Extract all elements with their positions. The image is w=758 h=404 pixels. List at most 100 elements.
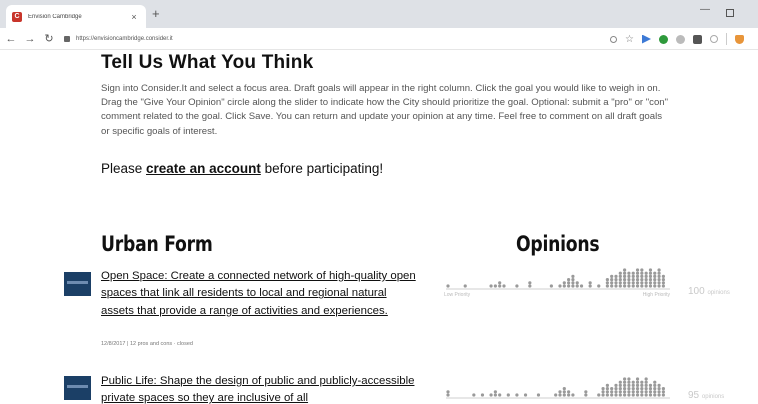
opinion-dot [653, 284, 657, 288]
opinion-dot [502, 284, 506, 288]
maximize-icon[interactable] [726, 9, 734, 17]
opinion-count-value: 95 [688, 390, 700, 401]
opinion-dot [648, 271, 653, 275]
opinion-dot [635, 377, 640, 381]
opinion-dot [571, 274, 575, 278]
opinion-dot [571, 278, 575, 282]
opinion-dot [601, 387, 605, 391]
opinion-dot [506, 393, 510, 397]
opinion-dot [610, 393, 614, 397]
opinion-dot [623, 281, 627, 285]
opinion-dot [653, 274, 657, 278]
opinion-count: 95 opinions [688, 390, 724, 401]
back-arrow-icon[interactable]: ← [3, 33, 19, 45]
page-title: Tell Us What You Think [101, 52, 314, 73]
opinion-dot [653, 393, 657, 397]
create-account-link[interactable]: create an account [146, 161, 261, 176]
opinion-dot [623, 380, 627, 384]
opinion-dot [657, 268, 661, 272]
forward-arrow-icon[interactable]: → [22, 33, 38, 45]
opinion-dot [614, 383, 618, 387]
opinion-dot [493, 284, 497, 288]
goal-title-link[interactable]: Public Life: Shape the design of public … [101, 373, 419, 404]
opinion-dot [623, 387, 627, 391]
opinion-dot [472, 393, 476, 397]
opinion-dot [635, 390, 640, 394]
opinion-dot [631, 278, 635, 282]
reload-icon[interactable]: ↻ [41, 32, 57, 45]
opinion-dot [627, 278, 631, 282]
opinion-dot [536, 393, 541, 397]
opinion-dot [623, 268, 627, 272]
close-tab-icon[interactable]: × [128, 12, 140, 22]
opinion-dot [605, 390, 609, 394]
opinion-dot [567, 390, 571, 394]
opinion-dot [493, 390, 497, 394]
new-tab-button[interactable]: + [152, 7, 160, 21]
opinion-dot [631, 271, 635, 275]
extension-ring-icon[interactable] [710, 35, 718, 43]
goal-meta: 12/8/2017 | 12 pros and cons · closed [101, 341, 193, 347]
opinion-dot [618, 383, 622, 387]
opinion-dot [588, 281, 592, 285]
opinion-dot [657, 390, 661, 394]
opinion-dot [558, 284, 562, 288]
opinion-dot [493, 393, 497, 397]
opinion-dot [614, 393, 618, 397]
opinion-dot [627, 377, 631, 381]
opinion-dot [528, 284, 532, 288]
opinion-histogram [446, 268, 670, 290]
opinion-dot [640, 274, 644, 278]
extension-orange-icon[interactable] [735, 34, 744, 44]
opinion-count-value: 100 [688, 286, 705, 297]
opinion-dot [618, 278, 622, 282]
opinion-dot [635, 284, 640, 288]
goal-title-link[interactable]: Open Space: Create a connected network o… [101, 268, 419, 320]
address-bar[interactable]: https://envisioncambridge.consider.it [64, 31, 624, 47]
account-prompt-prefix: Please [101, 161, 147, 176]
opinion-dot [644, 387, 648, 391]
opinion-dot [635, 393, 640, 397]
opinion-slider[interactable] [444, 375, 672, 399]
opinion-dot [614, 274, 618, 278]
opinion-dot [653, 278, 657, 282]
opinion-dot [523, 393, 528, 397]
minimize-icon[interactable]: — [700, 4, 710, 15]
opinion-dot [614, 387, 618, 391]
opinion-dot [627, 393, 631, 397]
extension-blue-icon[interactable] [642, 34, 651, 44]
opinion-dot [623, 278, 627, 282]
opinion-dot [640, 380, 644, 384]
opinion-dot [618, 274, 622, 278]
opinion-dot [640, 271, 644, 275]
opinion-dot [640, 278, 644, 282]
browser-toolbar: ← → ↻ https://envisioncambridge.consider… [0, 28, 758, 50]
opinion-dot [627, 390, 631, 394]
extension-dark-icon[interactable] [693, 34, 702, 44]
opinion-dot [605, 383, 609, 387]
bookmark-star-icon[interactable]: ☆ [625, 34, 634, 44]
opinion-dot [480, 393, 485, 397]
opinion-dot [618, 380, 622, 384]
opinion-dot [657, 274, 661, 278]
opinion-dot [627, 281, 631, 285]
opinion-dot [498, 393, 502, 397]
opinion-dot [610, 281, 614, 285]
opinion-dot [661, 387, 665, 391]
opinion-dot [562, 393, 566, 397]
opinion-dot [657, 393, 661, 397]
address-bar-url[interactable]: https://envisioncambridge.consider.it [76, 36, 173, 42]
browser-tab[interactable]: C Envision Cambridge × [6, 5, 146, 28]
opinion-slider[interactable]: Low Priority High Priority [444, 266, 672, 298]
opinion-dot [498, 284, 502, 288]
zoom-icon[interactable] [610, 35, 617, 43]
extension-grey-icon[interactable] [676, 34, 685, 44]
opinion-dot [640, 390, 644, 394]
opinion-dot [653, 281, 657, 285]
opinion-dot [644, 278, 648, 282]
opinion-dot [618, 390, 622, 394]
opinion-dot [661, 393, 665, 397]
opinion-dot [614, 278, 618, 282]
extension-green-icon[interactable] [659, 34, 668, 44]
opinion-dot [627, 383, 631, 387]
